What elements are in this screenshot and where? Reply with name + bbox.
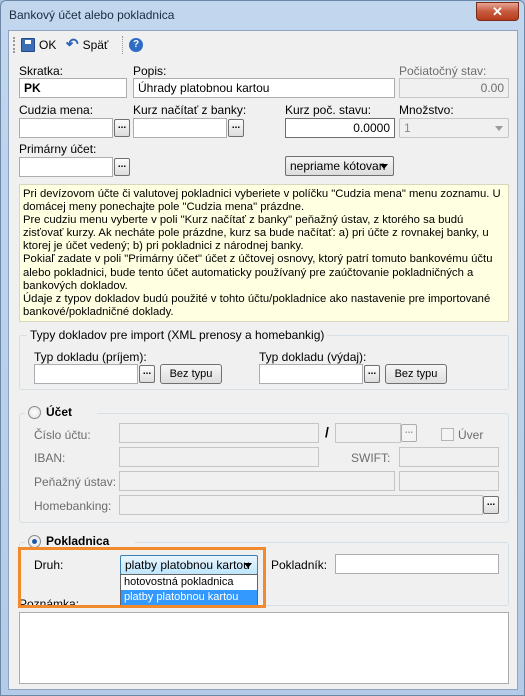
mnozstvo-label: Množstvo: bbox=[399, 103, 454, 117]
import-types-title: Typy dokladov pre import (XML prenosy a … bbox=[27, 328, 328, 342]
popis-input[interactable]: Úhrady platobnou kartou bbox=[133, 78, 395, 98]
kotovanie-select[interactable]: nepriame kótovan bbox=[285, 156, 394, 176]
cislo-uctu-input[interactable] bbox=[119, 423, 319, 443]
ok-label: OK bbox=[39, 38, 57, 52]
popis-label: Popis: bbox=[133, 64, 167, 78]
pokladnik-input[interactable] bbox=[335, 554, 499, 574]
penazny-ustav-code-input[interactable] bbox=[399, 471, 499, 491]
slash-separator: / bbox=[325, 424, 329, 440]
typ-prijem-label: Typ dokladu (príjem): bbox=[34, 350, 147, 364]
info-paragraph: Pokiaľ zadate v poli "Primárny účet" úče… bbox=[23, 253, 493, 292]
cudzia-mena-input[interactable] bbox=[19, 118, 113, 138]
info-paragraph: Pri devízovom účte či valutovej pokladni… bbox=[23, 188, 501, 214]
help-icon: ? bbox=[129, 38, 143, 52]
pokladnica-title: Pokladnica bbox=[46, 534, 110, 548]
dialog-window: Bankový účet alebo pokladnica ✕ OK ↶ Spä… bbox=[0, 0, 525, 696]
info-box: Pri devízovom účte či valutovej pokladni… bbox=[19, 184, 509, 322]
homebanking-input[interactable] bbox=[119, 495, 483, 515]
kurz-nacitat-lookup-button[interactable]: ... bbox=[228, 119, 244, 137]
window-title: Bankový účet alebo pokladnica bbox=[9, 8, 175, 22]
mnozstvo-select[interactable]: 1 bbox=[399, 118, 509, 138]
toolbar: OK ↶ Späť ? bbox=[9, 31, 517, 58]
vydaj-bez-typu-button[interactable]: Bez typu bbox=[385, 364, 447, 384]
swift-label: SWIFT: bbox=[351, 451, 391, 465]
typ-prijem-lookup-button[interactable]: ... bbox=[139, 365, 155, 383]
info-paragraph: Pre cudziu menu vyberte v poli "Kurz nač… bbox=[23, 214, 489, 253]
homebanking-lookup-button[interactable]: ... bbox=[483, 496, 499, 514]
penazny-ustav-input[interactable] bbox=[119, 471, 395, 491]
pociatocny-stav-input[interactable]: 0.00 bbox=[399, 78, 509, 98]
primarny-ucet-label: Primárny účet: bbox=[19, 142, 97, 156]
ucet-title: Účet bbox=[46, 405, 73, 419]
ok-button[interactable]: OK bbox=[21, 36, 56, 54]
cudzia-mena-label: Cudzia mena: bbox=[19, 103, 94, 117]
chevron-down-icon bbox=[380, 164, 388, 169]
typ-vydaj-lookup-button[interactable]: ... bbox=[364, 365, 380, 383]
iban-label: IBAN: bbox=[34, 451, 66, 465]
uver-checkbox[interactable] bbox=[441, 428, 454, 441]
info-paragraph: Údaje z typov dokladov budú použité v to… bbox=[23, 292, 491, 318]
dialog-body: OK ↶ Späť ? Skratka: PK Popis: Úhrady pl… bbox=[8, 30, 518, 690]
kurz-nacitat-input[interactable] bbox=[133, 118, 227, 138]
typ-vydaj-input[interactable] bbox=[259, 364, 363, 384]
close-button[interactable]: ✕ bbox=[476, 2, 519, 21]
ucet-radio-option[interactable]: Účet bbox=[25, 405, 97, 421]
kotovanie-value: nepriame kótovan bbox=[290, 159, 386, 173]
swift-input[interactable] bbox=[399, 447, 499, 467]
kurz-poc-stavu-input[interactable]: 0.0000 bbox=[285, 118, 395, 138]
poznamka-textarea[interactable] bbox=[19, 612, 509, 684]
typ-prijem-input[interactable] bbox=[34, 364, 138, 384]
help-button[interactable]: ? bbox=[129, 36, 143, 54]
cudzia-mena-lookup-button[interactable]: ... bbox=[114, 119, 130, 137]
mnozstvo-value: 1 bbox=[404, 121, 411, 135]
save-icon bbox=[21, 38, 35, 52]
cislo-uctu-label: Číslo účtu: bbox=[34, 428, 91, 442]
skratka-label: Skratka: bbox=[19, 64, 64, 78]
primarny-ucet-input[interactable] bbox=[19, 157, 113, 177]
back-button[interactable]: ↶ Späť bbox=[66, 36, 108, 54]
uver-label: Úver bbox=[458, 428, 484, 442]
prijem-bez-typu-button[interactable]: Bez typu bbox=[160, 364, 222, 384]
toolbar-grip[interactable] bbox=[13, 37, 16, 53]
kurz-poc-stavu-label: Kurz poč. stavu: bbox=[285, 103, 372, 117]
highlight-annotation bbox=[18, 547, 266, 608]
kod-banky-lookup-button[interactable]: ... bbox=[401, 424, 417, 442]
skratka-input[interactable]: PK bbox=[19, 78, 127, 98]
toolbar-separator bbox=[122, 36, 123, 54]
undo-icon: ↶ bbox=[66, 36, 79, 53]
primarny-ucet-lookup-button[interactable]: ... bbox=[114, 158, 130, 176]
kurz-nacitat-label: Kurz načítať z banky: bbox=[133, 103, 247, 117]
back-label: Späť bbox=[82, 38, 109, 52]
iban-input[interactable] bbox=[119, 447, 319, 467]
homebanking-label: Homebanking: bbox=[34, 499, 112, 513]
pokladnik-label: Pokladník: bbox=[271, 558, 328, 572]
ucet-radio[interactable] bbox=[28, 406, 41, 419]
penazny-ustav-label: Peňažný ústav: bbox=[34, 475, 117, 489]
chevron-down-icon bbox=[495, 126, 503, 131]
typ-vydaj-label: Typ dokladu (výdaj): bbox=[259, 350, 367, 364]
kod-banky-input[interactable] bbox=[335, 423, 401, 443]
pociatocny-stav-label: Počiatočný stav: bbox=[399, 64, 487, 78]
